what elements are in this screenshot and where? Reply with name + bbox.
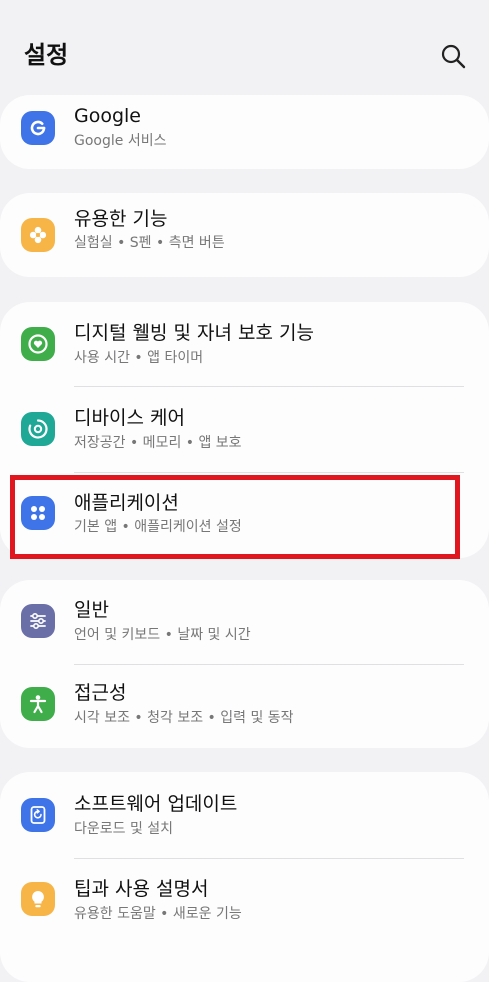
settings-item-general[interactable]: 일반 언어 및 키보드 • 날짜 및 시간	[0, 580, 489, 664]
settings-item-label: 일반	[74, 599, 109, 621]
divider	[74, 472, 464, 473]
apps-icon	[21, 496, 55, 530]
page-title: 설정	[24, 41, 69, 69]
divider	[74, 386, 464, 387]
accessibility-icon	[21, 687, 55, 721]
tips-icon	[21, 882, 55, 916]
settings-item-software-update[interactable]: 소프트웨어 업데이트 다운로드 및 설치	[0, 772, 489, 856]
settings-item-digital-wellbeing[interactable]: 디지털 웰빙 및 자녀 보호 기능 사용 시간 • 앱 타이머	[0, 302, 489, 386]
settings-card-advanced: 유용한 기능 실험실 • S펜 • 측면 버튼	[0, 193, 489, 277]
settings-card-group-4: 일반 언어 및 키보드 • 날짜 및 시간 접근성 시각 보조 • 청각 보조 …	[0, 580, 489, 748]
settings-item-label: Google	[74, 105, 142, 127]
settings-card-group-5: 소프트웨어 업데이트 다운로드 및 설치 팁과 사용 설명서 유용한 도움말 •…	[0, 772, 489, 982]
settings-item-label: 디지털 웰빙 및 자녀 보호 기능	[74, 322, 314, 344]
settings-item-subtitle: 저장공간 • 메모리 • 앱 보호	[74, 435, 242, 451]
search-icon	[441, 44, 466, 69]
general-management-icon	[21, 604, 55, 638]
google-icon	[21, 111, 55, 145]
header: 설정	[0, 0, 489, 92]
settings-item-device-care[interactable]: 디바이스 케어 저장공간 • 메모리 • 앱 보호	[0, 388, 489, 472]
settings-card-group-3: 디지털 웰빙 및 자녀 보호 기능 사용 시간 • 앱 타이머 디바이스 케어 …	[0, 302, 489, 558]
advanced-features-icon	[21, 218, 55, 252]
settings-item-subtitle: 사용 시간 • 앱 타이머	[74, 350, 204, 366]
digital-wellbeing-icon	[21, 327, 55, 361]
settings-item-google[interactable]: Google Google 서비스	[0, 95, 489, 169]
settings-item-label: 소프트웨어 업데이트	[74, 793, 238, 815]
settings-item-accessibility[interactable]: 접근성 시각 보조 • 청각 보조 • 입력 및 동작	[0, 666, 489, 748]
divider	[74, 858, 464, 859]
settings-item-label: 디바이스 케어	[74, 407, 185, 429]
settings-item-subtitle: 다운로드 및 설치	[74, 821, 174, 837]
settings-item-subtitle: 유용한 도움말 • 새로운 기능	[74, 906, 242, 922]
settings-item-subtitle: 시각 보조 • 청각 보조 • 입력 및 동작	[74, 710, 294, 726]
settings-item-label: 접근성	[74, 682, 127, 704]
settings-item-subtitle: Google 서비스	[74, 133, 167, 149]
settings-item-label: 팁과 사용 설명서	[74, 878, 209, 900]
divider	[74, 664, 464, 665]
settings-item-subtitle: 기본 앱 • 애플리케이션 설정	[74, 519, 242, 535]
search-button[interactable]	[436, 40, 470, 74]
settings-item-advanced-features[interactable]: 유용한 기능 실험실 • S펜 • 측면 버튼	[0, 193, 489, 277]
settings-item-label: 유용한 기능	[74, 208, 168, 230]
settings-card-google: Google Google 서비스	[0, 95, 489, 169]
software-update-icon	[21, 798, 55, 832]
device-care-icon	[21, 412, 55, 446]
settings-item-tips[interactable]: 팁과 사용 설명서 유용한 도움말 • 새로운 기능	[0, 860, 489, 944]
settings-item-subtitle: 언어 및 키보드 • 날짜 및 시간	[74, 627, 251, 643]
settings-item-applications[interactable]: 애플리케이션 기본 앱 • 애플리케이션 설정	[0, 474, 489, 558]
settings-item-label: 애플리케이션	[74, 492, 179, 514]
settings-item-subtitle: 실험실 • S펜 • 측면 버튼	[74, 235, 225, 251]
